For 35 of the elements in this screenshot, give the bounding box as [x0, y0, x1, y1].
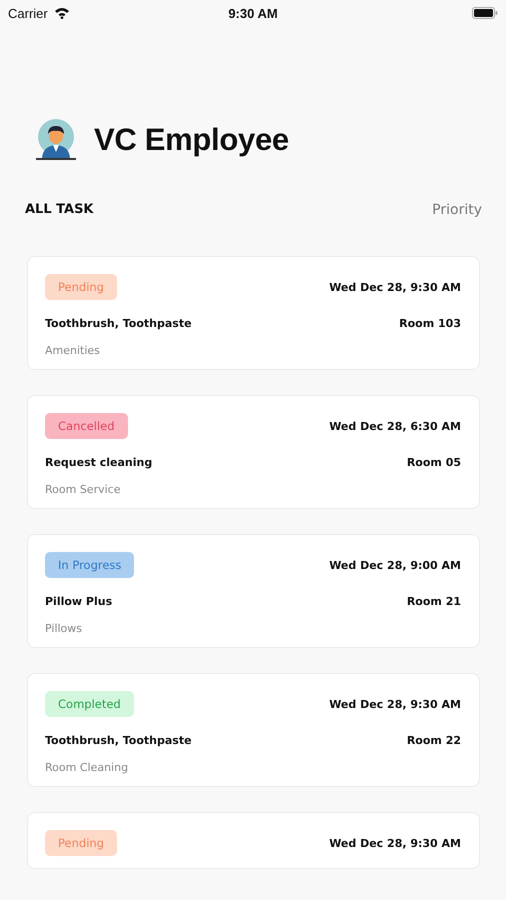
status-badge: Pending — [45, 830, 117, 856]
filter-label[interactable]: ALL TASK — [25, 202, 94, 218]
task-category: Room Service — [45, 483, 120, 496]
clock-time: 9:30 AM — [228, 6, 278, 20]
task-item: Pillow Plus — [45, 595, 112, 608]
task-date: Wed Dec 28, 9:30 AM — [329, 836, 461, 850]
task-item: Toothbrush, Toothpaste — [45, 734, 192, 747]
page-title: VC Employee — [94, 122, 289, 158]
sort-label[interactable]: Priority — [432, 202, 482, 218]
status-badge: In Progress — [45, 552, 134, 578]
task-card[interactable]: Pending Wed Dec 28, 9:30 AM — [27, 812, 480, 869]
task-category: Room Cleaning — [45, 761, 128, 774]
avatar-icon — [34, 118, 78, 162]
task-date: Wed Dec 28, 9:30 AM — [329, 280, 461, 294]
task-category: Pillows — [45, 622, 82, 635]
status-badge: Cancelled — [45, 413, 128, 439]
task-item: Toothbrush, Toothpaste — [45, 317, 192, 330]
task-card[interactable]: Cancelled Wed Dec 28, 6:30 AM Request cleaning Room 05 Room Service — [27, 395, 480, 509]
task-date: Wed Dec 28, 9:30 AM — [329, 698, 461, 710]
task-item: Request cleaning — [45, 456, 152, 469]
task-category: Amenities — [45, 344, 100, 357]
status-badge: Completed — [45, 691, 134, 717]
wifi-icon — [54, 7, 70, 19]
status-badge: Pending — [45, 274, 117, 300]
battery-icon — [472, 7, 498, 19]
task-card[interactable]: In Progress Wed Dec 28, 9:00 AM Pillow Plus Room 21 Pillows — [27, 534, 480, 648]
task-date: Wed Dec 28, 9:00 AM — [329, 558, 461, 572]
carrier-label: Carrier — [8, 6, 48, 20]
task-card[interactable]: Completed Wed Dec 28, 9:30 AM Toothbrush, Toothpaste Room 22 Room Cleaning — [27, 673, 480, 787]
room-number: Room 22 — [406, 734, 461, 747]
room-number: Room 103 — [399, 317, 461, 330]
task-date: Wed Dec 28, 6:30 AM — [329, 420, 461, 432]
room-number: Room 21 — [406, 595, 461, 608]
task-card[interactable]: Pending Wed Dec 28, 9:30 AM Toothbrush, Toothpaste Room 103 Amenities — [27, 256, 480, 370]
room-number: Room 05 — [406, 456, 461, 469]
